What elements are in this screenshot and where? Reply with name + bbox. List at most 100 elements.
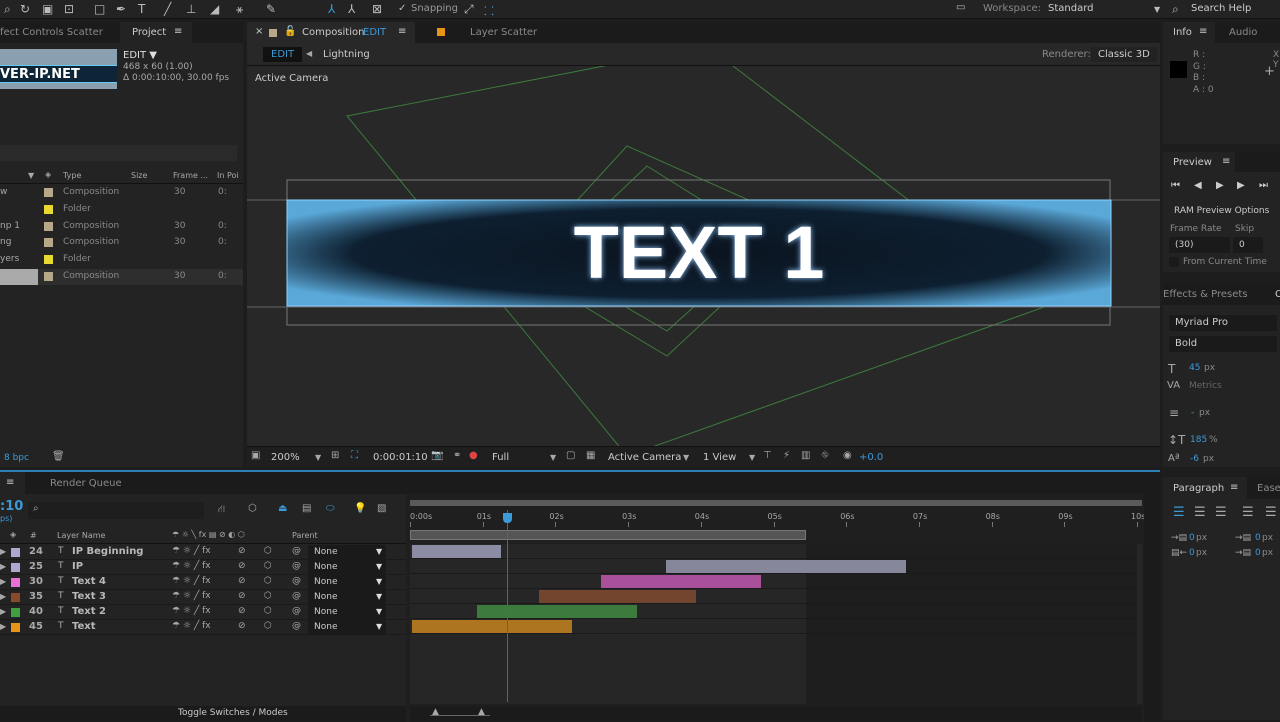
project-item[interactable]: np 1 Composition 30 0: bbox=[0, 219, 243, 235]
mask-visibility-icon[interactable]: ⛶ bbox=[351, 450, 358, 461]
tab-composition[interactable]: Composition bbox=[302, 27, 364, 38]
project-item[interactable]: Folder bbox=[0, 202, 243, 218]
chevron-down-icon[interactable]: ▼ bbox=[1154, 5, 1160, 14]
pan-behind-tool-icon[interactable]: ⊡ bbox=[64, 2, 74, 16]
motion-blur-switch-icon[interactable]: ⊘ bbox=[238, 561, 246, 571]
local-axis-icon[interactable]: ⅄ bbox=[328, 2, 335, 16]
fast-previews-icon[interactable]: ⚡ bbox=[783, 450, 790, 461]
align-right-icon[interactable]: ☰ bbox=[1215, 505, 1227, 520]
expand-arrow-icon[interactable]: ▶ bbox=[0, 607, 6, 616]
motion-blur-icon[interactable]: ⬭ bbox=[326, 503, 335, 514]
layer-row[interactable]: ▶ 45 T Text ☂ ☼ ╱ fx ⊘ ⬡ @ None ▼ bbox=[0, 620, 406, 635]
lock-icon[interactable]: 🔓 bbox=[284, 26, 296, 37]
layer-switches[interactable]: ☂ ☼ ╱ fx bbox=[172, 576, 211, 586]
puppet-pin-icon[interactable]: ✎ bbox=[266, 2, 276, 16]
3d-layer-icon[interactable]: ⬡ bbox=[264, 576, 272, 586]
tab-preview[interactable]: Preview bbox=[1173, 157, 1212, 168]
col-type[interactable]: Type bbox=[63, 171, 81, 180]
menu-icon[interactable]: ≡ bbox=[174, 26, 182, 37]
play-icon[interactable]: ▶ bbox=[1216, 180, 1224, 191]
always-preview-icon[interactable]: ▣ bbox=[251, 450, 260, 461]
breadcrumb-lightning[interactable]: Lightning bbox=[323, 49, 370, 60]
layer-switches[interactable]: ☂ ☼ ╱ fx bbox=[172, 546, 211, 556]
flowchart-icon[interactable]: ⛗ bbox=[821, 450, 829, 461]
pick-whip-icon[interactable]: @ bbox=[292, 546, 301, 556]
eraser-tool-icon[interactable]: ◢ bbox=[210, 2, 219, 16]
parent-select[interactable]: None bbox=[308, 590, 386, 604]
layer-switches[interactable]: ☂ ☼ ╱ fx bbox=[172, 621, 211, 631]
view-axis-icon[interactable]: ⊠ bbox=[372, 2, 382, 16]
project-search[interactable] bbox=[0, 145, 237, 161]
layer-name[interactable]: Text bbox=[72, 621, 96, 632]
expand-arrow-icon[interactable]: ▶ bbox=[0, 577, 6, 586]
brush-tool-icon[interactable]: ╱ bbox=[164, 2, 171, 16]
col-frame[interactable]: Frame ... bbox=[173, 171, 208, 180]
expand-arrow-icon[interactable]: ▶ bbox=[0, 547, 6, 556]
layer-row[interactable]: ▶ 25 T IP ☂ ☼ ╱ fx ⊘ ⬡ @ None ▼ bbox=[0, 560, 406, 575]
col-size[interactable]: Size bbox=[131, 171, 147, 180]
pick-whip-icon[interactable]: @ bbox=[292, 576, 301, 586]
renderer-select[interactable]: Classic 3D bbox=[1091, 47, 1157, 62]
snapping-checkbox[interactable]: ✓ bbox=[398, 3, 406, 14]
comp-name[interactable]: EDIT ▼ bbox=[123, 50, 157, 61]
resolution-select[interactable]: Full bbox=[492, 452, 509, 463]
region-of-interest-icon[interactable]: ▢ bbox=[566, 450, 575, 461]
tab-composition-name[interactable]: EDIT bbox=[363, 27, 386, 38]
breadcrumb-edit[interactable]: EDIT bbox=[263, 47, 303, 62]
justify-center-icon[interactable]: ☰ bbox=[1265, 505, 1277, 520]
motion-blur-switch-icon[interactable]: ⊘ bbox=[238, 606, 246, 616]
workspace-select[interactable]: Standard bbox=[1048, 3, 1164, 14]
parent-select[interactable]: None bbox=[308, 575, 386, 589]
layer-name[interactable]: IP Beginning bbox=[72, 546, 143, 557]
menu-icon[interactable]: ≡ bbox=[6, 477, 14, 488]
layer-duration-bar[interactable] bbox=[477, 605, 638, 618]
label-swatch[interactable] bbox=[44, 204, 53, 214]
bpc-button[interactable]: 8 bpc bbox=[4, 453, 29, 463]
tab-layer[interactable]: Layer Scatter bbox=[470, 27, 537, 38]
label-swatch[interactable] bbox=[44, 272, 53, 281]
tab-project[interactable]: Project bbox=[132, 27, 166, 38]
snapshot-icon[interactable]: 📷 bbox=[431, 450, 443, 461]
col-parent[interactable]: Parent bbox=[292, 531, 318, 540]
tab-character[interactable]: C bbox=[1275, 289, 1280, 300]
transparency-grid-icon[interactable]: ▦ bbox=[586, 450, 595, 461]
first-frame-icon[interactable]: ⏮ bbox=[1171, 180, 1180, 191]
toggle-switches-modes-button[interactable]: Toggle Switches / Modes bbox=[178, 708, 288, 718]
timeline-current-time[interactable]: :10 bbox=[0, 499, 23, 514]
tab-effect-controls[interactable]: fect Controls Scatter bbox=[0, 27, 103, 38]
project-item[interactable]: yers Folder bbox=[0, 252, 243, 268]
vertical-scrollbar[interactable] bbox=[1144, 494, 1160, 722]
parent-select[interactable]: None bbox=[308, 620, 386, 634]
layer-switches[interactable]: ☂ ☼ ╱ fx bbox=[172, 561, 211, 571]
layer-label-swatch[interactable] bbox=[11, 563, 20, 572]
pick-whip-icon[interactable]: @ bbox=[292, 591, 301, 601]
kerning-select[interactable]: Metrics bbox=[1189, 381, 1222, 391]
layer-name[interactable]: Text 4 bbox=[72, 576, 106, 587]
views-select[interactable]: 1 View bbox=[703, 452, 736, 463]
tab-effects-presets[interactable]: Effects & Presets bbox=[1163, 289, 1248, 300]
time-navigator[interactable] bbox=[410, 500, 1142, 506]
menu-icon[interactable]: ≡ bbox=[398, 26, 406, 37]
align-center-icon[interactable]: ☰ bbox=[1194, 505, 1206, 520]
brainstorm-icon[interactable]: 💡 bbox=[354, 503, 366, 514]
playhead[interactable] bbox=[506, 510, 508, 702]
workspace-icon[interactable]: ▭ bbox=[956, 2, 965, 13]
3d-layer-icon[interactable]: ⬡ bbox=[264, 606, 272, 616]
tab-render-queue[interactable]: Render Queue bbox=[50, 478, 122, 489]
show-snapshot-icon[interactable]: ⚭ bbox=[453, 450, 461, 461]
camera-tool-icon[interactable]: ▣ bbox=[42, 2, 53, 16]
layer-name[interactable]: IP bbox=[72, 561, 83, 572]
camera-select[interactable]: Active Camera bbox=[608, 452, 681, 463]
justify-left-icon[interactable]: ☰ bbox=[1242, 505, 1254, 520]
layer-label-swatch[interactable] bbox=[11, 548, 20, 557]
search-help-input[interactable]: Search Help bbox=[1191, 3, 1251, 14]
menu-icon[interactable]: ≡ bbox=[1230, 482, 1238, 493]
layer-duration-bar[interactable] bbox=[666, 560, 907, 573]
layer-label-swatch[interactable] bbox=[11, 578, 20, 587]
rectangle-tool-icon[interactable]: □ bbox=[94, 2, 105, 16]
tab-ease[interactable]: Ease bbox=[1257, 483, 1280, 494]
layer-switches[interactable]: ☂ ☼ ╱ fx bbox=[172, 591, 211, 601]
roto-brush-icon[interactable]: ⚹ bbox=[236, 2, 243, 17]
expand-arrow-icon[interactable]: ▶ bbox=[0, 562, 6, 571]
project-item[interactable]: ng Composition 30 0: bbox=[0, 235, 243, 251]
